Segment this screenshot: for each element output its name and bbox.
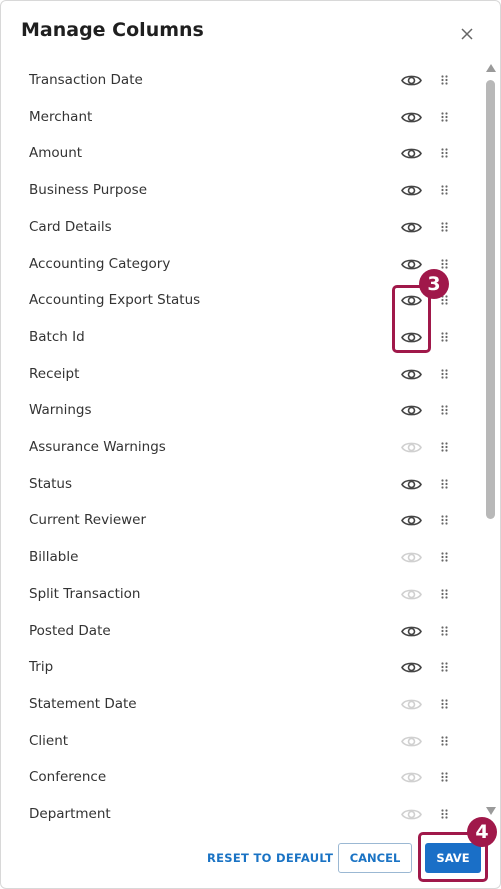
drag-handle-icon[interactable] (441, 222, 449, 234)
column-row: Statement Date (1, 687, 481, 723)
column-row: Assurance Warnings (1, 430, 481, 466)
column-row: Accounting Category (1, 247, 481, 283)
eye-icon[interactable] (401, 220, 422, 235)
drag-handle-icon[interactable] (441, 735, 449, 748)
column-label: Warnings (29, 402, 92, 419)
drag-handle-icon[interactable] (441, 479, 449, 491)
eye-hidden-icon[interactable] (401, 440, 422, 455)
column-label: Transaction Date (29, 72, 143, 88)
column-label: Conference (29, 769, 107, 786)
column-label: Billable (29, 549, 79, 566)
eye-icon[interactable] (401, 257, 422, 272)
drag-handle-icon[interactable] (441, 772, 449, 784)
drag-handle-icon[interactable] (441, 148, 449, 160)
column-row: Transaction Date (1, 63, 481, 99)
column-row: Amount (1, 136, 481, 172)
column-label: Client (29, 732, 69, 749)
eye-hidden-icon[interactable] (401, 770, 422, 785)
drag-handle-icon[interactable] (441, 258, 449, 271)
drag-handle-icon[interactable] (441, 699, 449, 711)
eye-icon[interactable] (401, 513, 422, 528)
eye-hidden-icon[interactable] (401, 734, 422, 749)
dialog-title: Manage Columns (21, 19, 204, 41)
column-row: Receipt (1, 357, 481, 393)
drag-handle-icon[interactable] (441, 112, 449, 124)
eye-icon[interactable] (401, 477, 422, 492)
scrollbar-thumb[interactable] (486, 80, 495, 519)
eye-hidden-icon[interactable] (401, 807, 422, 822)
drag-handle-icon[interactable] (441, 185, 449, 197)
column-label: Business Purpose (29, 182, 147, 199)
callout-badge-3: 3 (419, 269, 449, 299)
column-row: Billable (1, 540, 481, 576)
drag-handle-icon[interactable] (441, 405, 449, 417)
column-row: Current Reviewer (1, 503, 481, 539)
column-label: Trip (29, 659, 54, 676)
reset-to-default-button[interactable]: RESET TO DEFAULT (201, 843, 339, 873)
eye-icon[interactable] (401, 73, 422, 88)
eye-hidden-icon[interactable] (401, 587, 422, 602)
column-row: Split Transaction (1, 577, 481, 613)
column-row: Business Purpose (1, 173, 481, 209)
eye-icon[interactable] (401, 183, 422, 198)
column-label: Split Transaction (29, 585, 141, 602)
column-label: Posted Date (29, 622, 111, 639)
column-label: Department (29, 806, 111, 822)
drag-handle-icon[interactable] (441, 662, 449, 674)
cancel-button[interactable]: CANCEL (338, 843, 412, 873)
column-list: Transaction Date Merchant Amount Business P… (1, 63, 481, 823)
drag-handle-icon[interactable] (441, 515, 449, 527)
column-label: Accounting Export Status (29, 292, 201, 309)
drag-handle-icon[interactable] (441, 332, 449, 344)
drag-handle-icon[interactable] (441, 625, 449, 638)
column-row: Posted Date (1, 614, 481, 650)
manage-columns-dialog: Manage Columns Transaction Date Merchant A… (0, 0, 501, 889)
eye-icon[interactable] (401, 660, 422, 675)
drag-handle-icon[interactable] (441, 809, 449, 821)
eye-icon[interactable] (401, 110, 422, 125)
eye-icon[interactable] (401, 403, 422, 418)
column-label: Batch Id (29, 328, 85, 345)
drag-handle-icon[interactable] (441, 552, 449, 564)
column-row: Card Details (1, 210, 481, 246)
column-label: Merchant (29, 108, 93, 125)
column-row: Merchant (1, 100, 481, 136)
drag-handle-icon[interactable] (441, 368, 449, 381)
column-label: Receipt (29, 365, 80, 382)
column-label: Current Reviewer (29, 512, 147, 529)
close-icon[interactable] (457, 24, 477, 44)
column-label: Status (29, 475, 73, 492)
column-label: Statement Date (29, 695, 137, 712)
column-row: Conference (1, 760, 481, 796)
column-label: Amount (29, 145, 83, 162)
drag-handle-icon[interactable] (441, 589, 449, 601)
eye-icon[interactable] (401, 624, 422, 639)
column-label: Assurance Warnings (29, 439, 166, 455)
column-row: Department (1, 797, 481, 823)
column-row: Client (1, 724, 481, 760)
drag-handle-icon[interactable] (441, 442, 449, 454)
eye-icon[interactable] (401, 146, 422, 161)
eye-icon[interactable] (401, 367, 422, 382)
column-label: Card Details (29, 218, 112, 235)
column-row: Warnings (1, 393, 481, 429)
column-label: Accounting Category (29, 255, 171, 272)
eye-hidden-icon[interactable] (401, 697, 422, 712)
callout-badge-4: 4 (467, 817, 497, 847)
drag-handle-icon[interactable] (441, 75, 449, 87)
scroll-up-arrow-icon[interactable] (486, 64, 496, 72)
column-row: Status (1, 467, 481, 503)
scroll-down-arrow-icon[interactable] (486, 807, 496, 815)
eye-hidden-icon[interactable] (401, 550, 422, 565)
column-row: Trip (1, 650, 481, 686)
drag-handle-icon[interactable] (441, 295, 449, 307)
